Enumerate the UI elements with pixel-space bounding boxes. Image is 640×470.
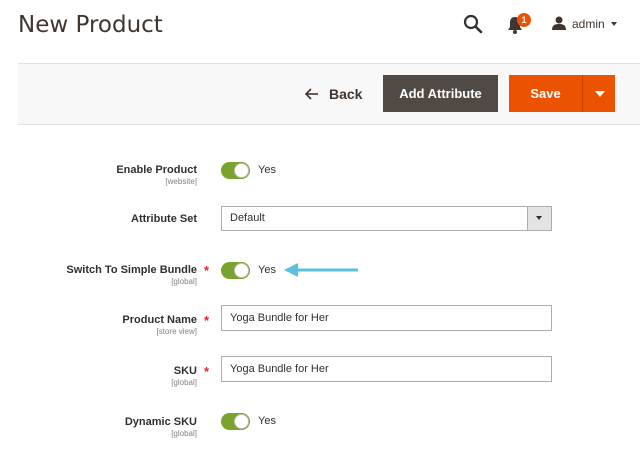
user-name: admin xyxy=(572,17,605,31)
toggle-knob xyxy=(234,263,249,278)
sku-label: SKU [global] xyxy=(171,365,197,387)
dynamic-sku-value: Yes xyxy=(258,415,276,427)
notifications-button[interactable]: 1 xyxy=(506,13,531,35)
attribute-set-value: Default xyxy=(230,212,265,224)
required-marker: * xyxy=(204,364,210,379)
select-dropdown-button[interactable] xyxy=(527,207,551,230)
product-name-label: Product Name [store view] xyxy=(122,314,197,336)
switch-bundle-label: Switch To Simple Bundle [global] xyxy=(66,264,197,286)
back-button[interactable]: Back xyxy=(304,83,363,105)
enable-product-label: Enable Product [website] xyxy=(116,164,197,186)
product-name-input[interactable] xyxy=(221,305,552,331)
annotation-arrow-icon xyxy=(284,262,360,278)
attribute-set-label: Attribute Set xyxy=(131,213,197,225)
page-actions-bar: Back Add Attribute Save xyxy=(18,63,640,125)
enable-product-value: Yes xyxy=(258,164,276,176)
toggle-knob xyxy=(234,414,249,429)
user-menu[interactable]: admin xyxy=(552,14,617,34)
dynamic-sku-label: Dynamic SKU [global] xyxy=(124,416,197,438)
notification-badge: 1 xyxy=(517,13,531,27)
required-marker: * xyxy=(204,313,210,328)
sku-input[interactable] xyxy=(221,356,552,382)
required-marker: * xyxy=(204,263,210,278)
save-button[interactable]: Save xyxy=(509,75,582,112)
switch-bundle-value: Yes xyxy=(258,264,276,276)
attribute-set-select[interactable]: Default xyxy=(221,206,552,231)
chevron-down-icon xyxy=(610,22,617,26)
switch-bundle-toggle[interactable] xyxy=(221,262,250,279)
chevron-down-icon xyxy=(536,216,542,220)
toggle-knob xyxy=(234,163,249,178)
page-title: New Product xyxy=(18,12,163,38)
chevron-down-icon xyxy=(595,91,605,97)
back-label: Back xyxy=(329,86,363,102)
save-options-toggle[interactable] xyxy=(582,75,615,112)
user-icon xyxy=(552,15,566,34)
enable-product-toggle[interactable] xyxy=(221,162,250,179)
dynamic-sku-toggle[interactable] xyxy=(221,413,250,430)
arrow-left-icon xyxy=(304,85,319,104)
add-attribute-button[interactable]: Add Attribute xyxy=(383,75,498,112)
search-icon[interactable] xyxy=(463,14,483,34)
